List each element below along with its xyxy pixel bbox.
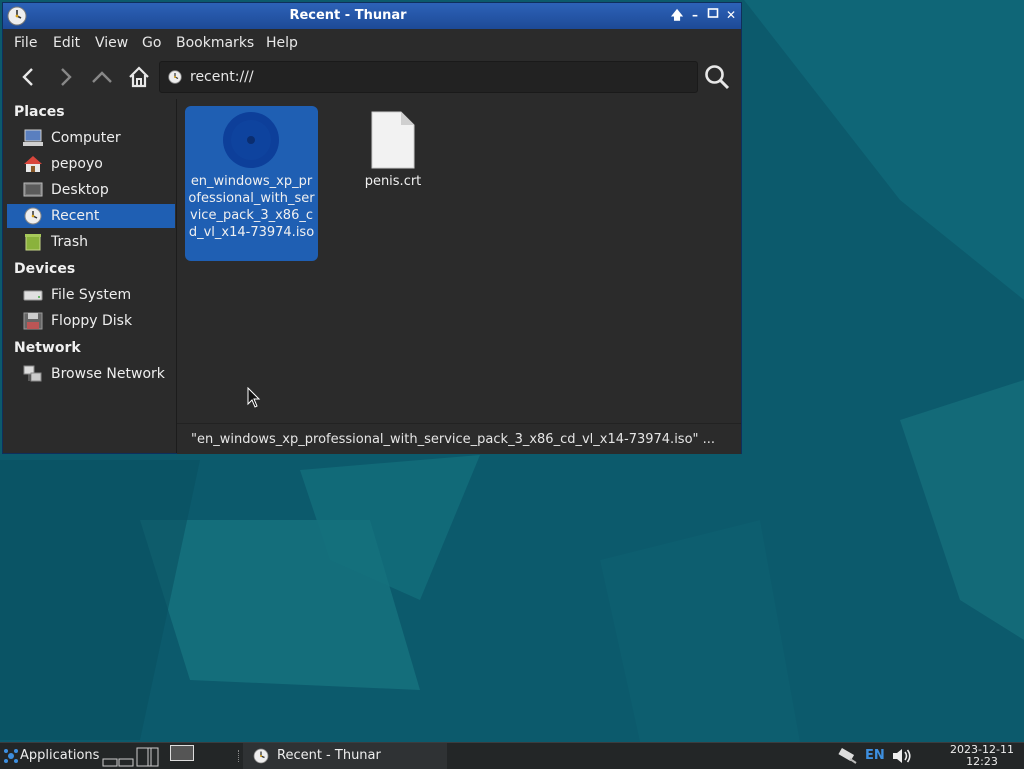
sidebar-heading-devices: Devices — [14, 261, 76, 277]
applications-menu-button[interactable]: Applications — [20, 748, 99, 763]
window-title: Recent - Thunar — [289, 8, 407, 23]
file-item[interactable]: en_windows_xp_professional_with_service_… — [185, 106, 318, 261]
sidebar-item-label: File System — [51, 287, 132, 303]
sidebar-item-label: Desktop — [51, 182, 109, 198]
sidebar-item-label: Trash — [51, 234, 88, 250]
status-text: "en_windows_xp_professional_with_service… — [191, 432, 716, 447]
taskbar: Applications Recent - Thunar EN 2023-12-… — [0, 742, 1024, 769]
sidebar-heading-network: Network — [14, 340, 81, 356]
minimize-button[interactable]: – — [687, 7, 703, 23]
status-bar: "en_windows_xp_professional_with_service… — [177, 423, 741, 454]
menu-bookmarks[interactable]: Bookmarks — [176, 35, 254, 51]
sidebar-item-file-system[interactable]: File System — [7, 283, 175, 307]
sidebar-item-label: Computer — [51, 130, 121, 146]
menu-help[interactable]: Help — [266, 35, 298, 51]
file-item[interactable]: penis.crt — [353, 106, 433, 206]
recent-clock-icon — [253, 748, 269, 764]
recent-clock-icon — [168, 70, 182, 84]
applications-menu-icon[interactable] — [3, 748, 19, 764]
menu-view[interactable]: View — [95, 35, 128, 51]
taskbar-item-thunar[interactable]: Recent - Thunar — [243, 743, 447, 769]
window-titlebar[interactable]: Recent - Thunar 🡅 – ✕ — [3, 3, 741, 29]
toolbar: recent:/// — [3, 57, 741, 97]
taskbar-item-label: Recent - Thunar — [277, 748, 381, 763]
sidebar-item-browse-network[interactable]: Browse Network — [7, 362, 175, 386]
sidebar-item-pepoyo[interactable]: pepoyo — [7, 152, 175, 176]
sidebar-heading-places: Places — [14, 104, 65, 120]
sidebar-item-label: Floppy Disk — [51, 313, 133, 329]
network-status-icon[interactable] — [837, 747, 857, 765]
sidebar-item-trash[interactable]: Trash — [7, 230, 175, 254]
menu-go[interactable]: Go — [142, 35, 161, 51]
network-icon — [23, 365, 42, 382]
maximize-button[interactable] — [705, 7, 721, 23]
mouse-cursor-icon — [247, 387, 261, 408]
sidebar: Places Computer pepoyo Desktop Recent Tr… — [3, 99, 177, 453]
sidebar-item-desktop[interactable]: Desktop — [7, 178, 175, 202]
file-view[interactable]: en_windows_xp_professional_with_service_… — [177, 99, 741, 421]
location-bar[interactable]: recent:/// — [159, 61, 698, 93]
file-name: en_windows_xp_professional_with_service_… — [188, 174, 315, 240]
home-icon[interactable] — [127, 65, 151, 89]
sidebar-item-label: Browse Network — [51, 366, 165, 382]
keyboard-layout-indicator[interactable]: EN — [865, 748, 885, 763]
sidebar-item-label: Recent — [51, 208, 100, 224]
menu-bar: File Edit View Go Bookmarks Help — [3, 29, 741, 57]
up-arrow-icon[interactable] — [90, 65, 114, 89]
close-button[interactable]: ✕ — [723, 7, 739, 23]
maximize-icon — [707, 8, 719, 18]
sidebar-item-recent[interactable]: Recent — [7, 204, 175, 228]
floppy-icon — [23, 312, 43, 330]
keep-above-button[interactable]: 🡅 — [669, 7, 685, 23]
show-desktop-icon[interactable] — [170, 745, 194, 763]
volume-icon[interactable] — [892, 748, 912, 764]
clock-time: 12:23 — [966, 755, 998, 768]
location-path[interactable]: recent:/// — [190, 69, 254, 85]
menu-edit[interactable]: Edit — [53, 35, 80, 51]
desktop-icon — [23, 182, 43, 197]
workspace-switcher[interactable] — [102, 747, 162, 767]
drive-icon — [23, 290, 43, 301]
home-folder-icon — [24, 156, 42, 172]
disc-image-icon — [223, 112, 279, 168]
recent-clock-icon — [24, 207, 42, 225]
computer-icon — [23, 129, 43, 146]
sidebar-item-floppy-disk[interactable]: Floppy Disk — [7, 309, 175, 333]
clock[interactable]: 2023-12-11 12:23 — [946, 744, 1018, 768]
menu-file[interactable]: File — [14, 35, 37, 51]
sidebar-item-label: pepoyo — [51, 156, 103, 172]
forward-arrow-icon[interactable] — [53, 65, 77, 89]
file-manager-window: Recent - Thunar 🡅 – ✕ File Edit View Go … — [2, 2, 742, 454]
file-name: penis.crt — [364, 174, 422, 189]
sidebar-item-computer[interactable]: Computer — [7, 126, 175, 150]
search-icon[interactable] — [703, 63, 731, 91]
document-icon — [371, 111, 415, 169]
trash-icon — [25, 234, 41, 251]
back-arrow-icon[interactable] — [17, 65, 41, 89]
